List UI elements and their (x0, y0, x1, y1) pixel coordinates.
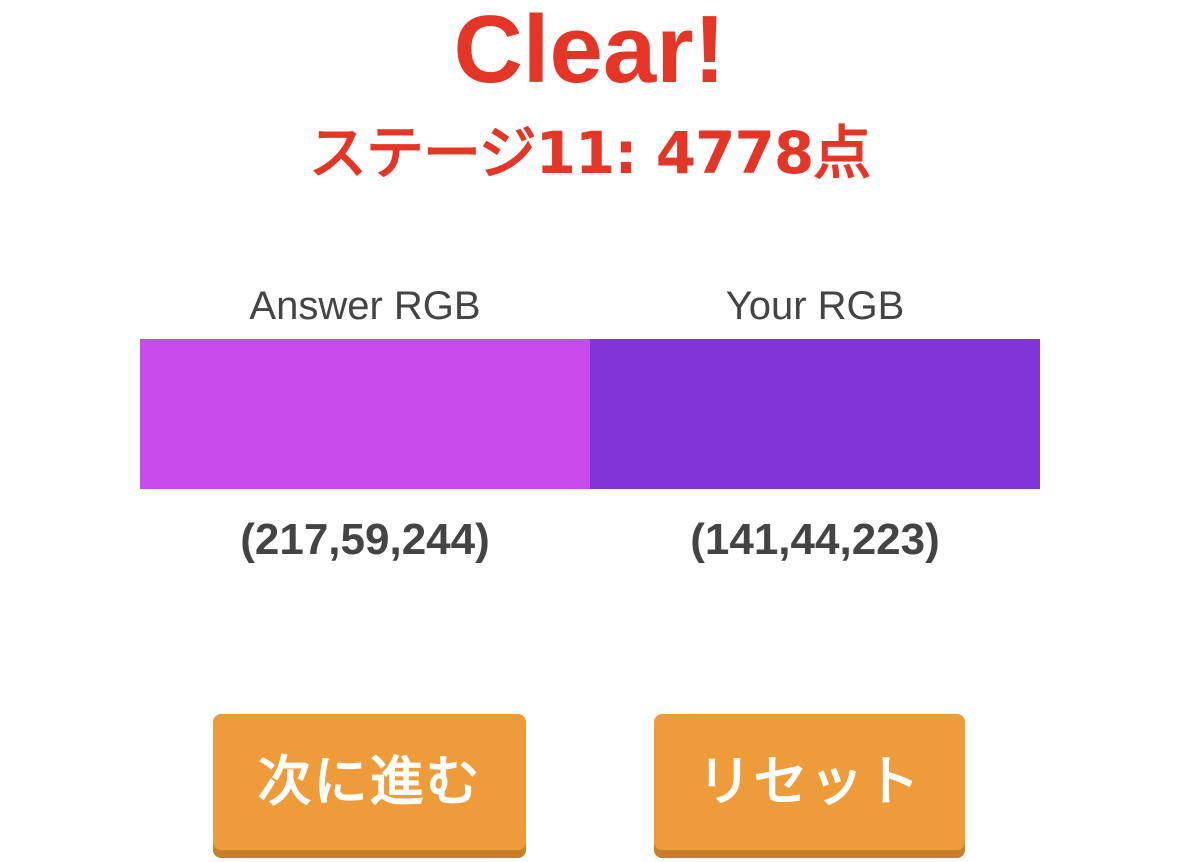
answer-rgb-label: Answer RGB (249, 284, 481, 328)
clear-title: Clear! (453, 0, 726, 103)
next-stage-button[interactable]: 次に進む (213, 714, 526, 850)
your-rgb-value: (141,44,223) (690, 515, 940, 564)
answer-color-swatch (140, 339, 590, 489)
reset-button[interactable]: リセット (654, 714, 965, 850)
stage-score: ステージ11: 4778点 (308, 119, 871, 187)
your-color-swatch (590, 339, 1040, 489)
your-rgb-label: Your RGB (725, 284, 905, 328)
answer-rgb-value: (217,59,244) (240, 515, 490, 564)
